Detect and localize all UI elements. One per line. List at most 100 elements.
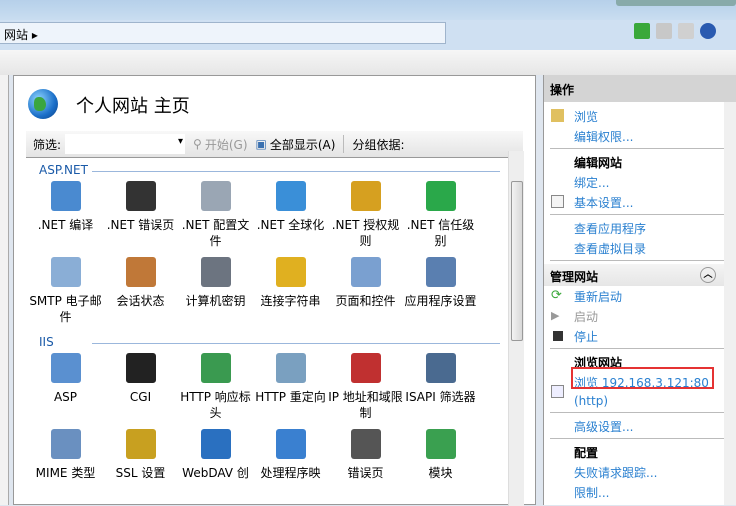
feature-label: .NET 错误页 (106, 218, 175, 232)
scrollbar-thumb[interactable] (511, 181, 523, 341)
settings-icon (551, 195, 564, 208)
home-icon[interactable] (678, 23, 694, 39)
actions-scrollbar[interactable] (724, 102, 736, 505)
feature-item[interactable]: CGI (103, 351, 178, 427)
feature-item[interactable]: SMTP 电子邮件 (28, 255, 103, 331)
feature-icon (350, 353, 381, 383)
stop-icon[interactable] (656, 23, 672, 39)
divider (550, 412, 724, 413)
breadcrumb[interactable]: 网站 ▸ (0, 22, 446, 44)
config-heading: 配置 (574, 445, 599, 460)
stop-icon (553, 331, 563, 341)
feature-icon (425, 429, 456, 459)
failed-request-tracing-link[interactable]: 失败请求跟踪... (550, 462, 724, 482)
feature-label: 连接字符串 (260, 294, 321, 308)
edit-site-heading: 编辑网站 (574, 155, 623, 170)
feature-icon (425, 353, 456, 383)
feature-grid: .NET 编译 .NET 错误页 .NET 配置文件 .NET 全球化 .NET 授权规… (26, 179, 508, 331)
collapse-icon[interactable]: ︿ (700, 267, 716, 283)
feature-icon (50, 257, 81, 287)
advanced-settings-link[interactable]: 高级设置... (550, 416, 724, 436)
breadcrumb-arrow-icon[interactable]: ▸ (32, 28, 38, 42)
feature-item[interactable]: .NET 全球化 (253, 179, 328, 255)
feature-label: .NET 全球化 (256, 218, 325, 232)
feature-label: 错误页 (347, 466, 384, 480)
feature-icon (350, 257, 381, 287)
feature-item[interactable]: .NET 配置文件 (178, 179, 253, 255)
group-header[interactable]: ASP.NET (26, 163, 508, 179)
feature-label: ASP (53, 390, 78, 404)
feature-item[interactable]: ISAPI 筛选器 (403, 351, 478, 427)
feature-item[interactable]: 处理程序映 (253, 427, 328, 503)
restart-link[interactable]: ⟳ 重新启动 (550, 286, 724, 306)
show-all-label: 全部显示(A) (269, 137, 336, 152)
feature-label: 计算机密钥 (185, 294, 246, 308)
group-by-dropdown[interactable]: 分组依据: (352, 136, 404, 153)
start-link[interactable]: ▶ 启动 (550, 306, 724, 326)
help-icon[interactable] (700, 23, 716, 39)
feature-item[interactable]: 会话状态 (103, 255, 178, 331)
feature-label: WebDAV 创 (182, 466, 249, 480)
feature-item[interactable]: ASP (28, 351, 103, 427)
window-controls[interactable] (616, 0, 736, 6)
view-virtual-dirs-link[interactable]: 查看虚拟目录 (550, 238, 724, 258)
feature-item[interactable]: .NET 编译 (28, 179, 103, 255)
browse-link[interactable]: 浏览 (550, 106, 724, 126)
feature-label: SSL 设置 (115, 466, 166, 480)
feature-icon (200, 181, 231, 211)
show-all-button[interactable]: ▣ 全部显示(A) (256, 136, 336, 153)
divider (550, 438, 724, 439)
view-virtual-dirs-label: 查看虚拟目录 (574, 241, 647, 256)
refresh-icon[interactable] (634, 23, 650, 39)
go-label: 开始(G) (204, 137, 248, 152)
restart-icon: ⟳ (551, 288, 562, 303)
restart-label: 重新启动 (574, 289, 623, 304)
feature-item[interactable]: .NET 信任级别 (403, 179, 478, 255)
browse-proto[interactable]: (http) (550, 392, 724, 410)
feature-icon (275, 429, 306, 459)
start-label: 启动 (574, 309, 599, 324)
feature-item[interactable]: .NET 授权规则 (328, 179, 403, 255)
feature-item[interactable]: HTTP 响应标头 (178, 351, 253, 427)
feature-icon (200, 429, 231, 459)
feature-item[interactable]: 应用程序设置 (403, 255, 478, 331)
feature-item[interactable]: SSL 设置 (103, 427, 178, 503)
feature-item[interactable]: 模块 (403, 427, 478, 503)
menu-toolbar (0, 50, 736, 75)
limits-link[interactable]: 限制... (550, 482, 724, 502)
feature-item[interactable]: 计算机密钥 (178, 255, 253, 331)
stop-label: 停止 (574, 329, 599, 344)
feature-label: MIME 类型 (35, 466, 96, 480)
feature-item[interactable]: 页面和控件 (328, 255, 403, 331)
feature-label: CGI (129, 390, 152, 404)
feature-label: 模块 (428, 466, 453, 480)
breadcrumb-site[interactable]: 网站 (4, 28, 28, 42)
feature-item[interactable]: WebDAV 创 (178, 427, 253, 503)
address-bar: 网站 ▸ (0, 20, 736, 50)
feature-label: IP 地址和域限制 (328, 390, 403, 420)
view-applications-link[interactable]: 查看应用程序 (550, 218, 724, 238)
divider (550, 214, 724, 215)
group-by-label: 分组依据: (352, 137, 405, 152)
basic-settings-link[interactable]: 基本设置... (550, 192, 724, 212)
go-button[interactable]: ⚲ 开始(G) (193, 136, 247, 153)
feature-item[interactable]: .NET 错误页 (103, 179, 178, 255)
stop-link[interactable]: 停止 (550, 326, 724, 346)
feature-list: ASP.NET .NET 编译 .NET 错误页 .NET 配置文件 .NET 全球化.… (26, 159, 508, 504)
feature-item[interactable]: 连接字符串 (253, 255, 328, 331)
feature-icon (50, 181, 81, 211)
bindings-link[interactable]: 绑定... (550, 172, 724, 192)
feature-item[interactable]: 错误页 (328, 427, 403, 503)
feature-item[interactable]: IP 地址和域限制 (328, 351, 403, 427)
group-header[interactable]: IIS (26, 335, 508, 351)
feature-item[interactable]: MIME 类型 (28, 427, 103, 503)
scrollbar[interactable] (508, 151, 524, 506)
feature-label: .NET 授权规则 (331, 218, 400, 248)
manage-site-section: 管理网站 ︿ (544, 264, 724, 286)
feature-icon (275, 257, 306, 287)
edit-permissions-link[interactable]: 编辑权限... (550, 126, 724, 146)
edit-permissions-label: 编辑权限... (574, 129, 634, 144)
filter-bar: 筛选: ⚲开始(G) ▣全部显示(A) 分组依据: (26, 131, 523, 158)
feature-item[interactable]: HTTP 重定向 (253, 351, 328, 427)
filter-input[interactable] (65, 134, 186, 154)
